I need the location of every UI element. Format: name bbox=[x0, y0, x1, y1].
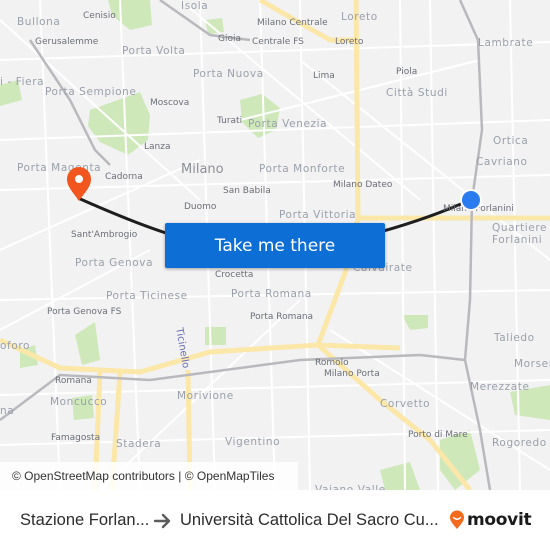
map-label-porta-vittoria: Porta Vittoria bbox=[279, 209, 357, 221]
map-label-porta-nuova: Porta Nuova bbox=[193, 68, 264, 80]
map-label-porta-ticinese: Porta Ticinese bbox=[106, 290, 188, 302]
map-label-quartiere: Quartiere bbox=[492, 222, 548, 234]
map-label-moncucco: Moncucco bbox=[50, 396, 108, 408]
moovit-pin-icon bbox=[450, 510, 464, 529]
map-label-porto-di-mare: Porto di Mare bbox=[408, 430, 468, 440]
map-label-gerusalemme: Gerusalemme bbox=[35, 37, 99, 47]
map-label-milano-porta-romana-1: Romolo bbox=[315, 358, 349, 368]
take-me-there-button[interactable]: Take me there bbox=[165, 223, 385, 268]
map-label-lima: Lima bbox=[313, 71, 335, 81]
map-label-porta-venezia: Porta Venezia bbox=[248, 118, 328, 130]
map-label-forlanini: Forlanini bbox=[492, 234, 543, 246]
map-label-centrale-fs: Centrale FS bbox=[252, 37, 304, 47]
map-label-porta-monforte: Porta Monforte bbox=[259, 163, 346, 175]
map-label-moscova: Moscova bbox=[150, 98, 190, 108]
moovit-wordmark: moovit bbox=[467, 510, 532, 530]
map-label-bullona: Bullona bbox=[17, 16, 61, 28]
map-label-milano-dateo: Milano Dateo bbox=[333, 180, 393, 190]
map-label-stadera: Stadera bbox=[116, 438, 162, 450]
map-label-na: na bbox=[0, 405, 15, 417]
map-label-taliedo: Taliedo bbox=[494, 332, 535, 344]
map-label-rogoredo: Rogoredo bbox=[492, 437, 547, 449]
attribution-text: © OpenStreetMap contributors | © OpenMap… bbox=[12, 469, 275, 483]
map-label-ortica: Ortica bbox=[493, 135, 529, 147]
map-label-milano: Milano bbox=[181, 162, 224, 177]
map-label-isola: Isola bbox=[181, 0, 209, 12]
map-label-porta-romana-district: Porta Romana bbox=[231, 288, 312, 300]
map-label-piola: Piola bbox=[396, 67, 418, 77]
map-label-santambrogio: Sant'Ambrogio bbox=[71, 230, 138, 240]
arrow-right-icon bbox=[153, 513, 171, 529]
map-label-famagosta: Famagosta bbox=[51, 433, 101, 443]
map-label-porta-romana-station: Porta Romana bbox=[250, 312, 314, 322]
map-label-lambrate: Lambrate bbox=[478, 37, 534, 49]
map-label-cavriano: Cavriano bbox=[476, 156, 528, 168]
origin-dot-icon[interactable] bbox=[458, 187, 484, 213]
map-label-porta-genova-fs: Porta Genova FS bbox=[47, 307, 122, 317]
map-label-duomo: Duomo bbox=[184, 202, 217, 212]
map-label-romolo: Romana bbox=[55, 376, 92, 386]
moovit-logo[interactable]: moovit bbox=[449, 510, 532, 530]
origin-label: Stazione Forlan... bbox=[20, 511, 150, 529]
map-label-vigentino: Vigentino bbox=[225, 436, 281, 448]
map-label-san-babila: San Babila bbox=[223, 186, 271, 196]
map-label-milano-porta-romana-2: Milano Porta bbox=[324, 369, 380, 379]
map-label-fiera: i - Fiera bbox=[0, 76, 45, 88]
destination-label: Università Cattolica Del Sacro Cu... bbox=[180, 511, 439, 529]
map-label-porta-genova: Porta Genova bbox=[75, 257, 154, 269]
map-label-morivione: Morivione bbox=[177, 390, 234, 402]
map-label-loreto-district: Loreto bbox=[341, 11, 378, 23]
map-label-citta-studi: Città Studi bbox=[386, 87, 448, 99]
map-label-cenisio: Cenisio bbox=[83, 11, 116, 21]
map-label-milano-centrale: Milano Centrale bbox=[257, 18, 328, 28]
map-attribution[interactable]: © OpenStreetMap contributors | © OpenMap… bbox=[0, 462, 298, 490]
map-label-foforo: oforo bbox=[0, 340, 31, 352]
map-label-lanza: Lanza bbox=[144, 142, 171, 152]
map-label-cadorna: Cadorna bbox=[105, 172, 143, 182]
map-label-morsen: Morsen bbox=[514, 358, 550, 370]
map-pin-icon[interactable] bbox=[64, 166, 94, 202]
map-label-turati: Turati bbox=[217, 116, 243, 126]
map-label-corvetto: Corvetto bbox=[380, 398, 431, 410]
map-view[interactable]: Isola Cenisio Bullona Milano Centrale Lo… bbox=[0, 0, 550, 490]
map-label-merezzate: Merezzate bbox=[470, 381, 530, 393]
map-label-porta-volta: Porta Volta bbox=[122, 45, 186, 57]
map-label-porta-sempione: Porta Sempione bbox=[45, 86, 137, 98]
map-label-crocetta: Crocetta bbox=[215, 270, 254, 280]
map-label-loreto-station: Loreto bbox=[335, 37, 364, 47]
map-label-gioia: Gioia bbox=[218, 34, 241, 44]
